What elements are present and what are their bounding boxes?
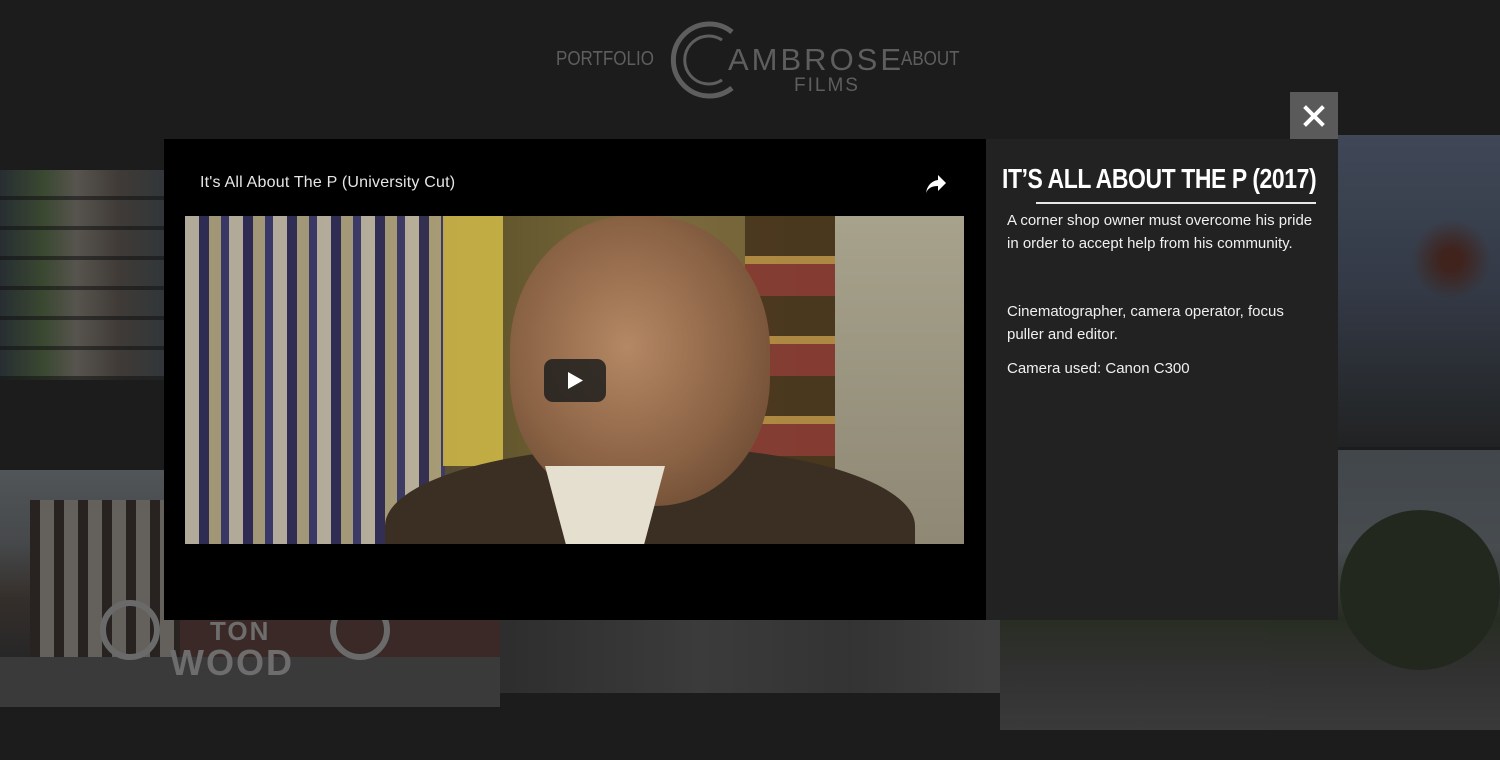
- portfolio-thumbnail-middle[interactable]: [500, 620, 1000, 693]
- project-credits: Cinematographer, camera operator, focus …: [1007, 303, 1284, 343]
- thumbnail-tree: [1340, 510, 1500, 670]
- video-frame-poster: [443, 216, 503, 466]
- ambrose-films-logo[interactable]: AMBROSE FILMS: [670, 18, 901, 102]
- portfolio-thumbnail-shop[interactable]: [0, 170, 170, 380]
- video-frame-collar: [545, 466, 665, 544]
- video-player-frame[interactable]: [185, 216, 964, 544]
- thumbnail-logo-text-bottom: WOOD: [170, 642, 294, 683]
- nav-about-link[interactable]: ABOUT: [901, 48, 960, 71]
- project-camera: Camera used: Canon C300: [1007, 360, 1190, 377]
- project-info-panel: IT’S ALL ABOUT THE P (2017) A corner sho…: [986, 139, 1338, 620]
- share-icon[interactable]: [924, 173, 948, 195]
- thumbnail-logo-ring-left: [100, 600, 160, 660]
- play-icon: [568, 372, 583, 389]
- project-description: A corner shop owner must overcome his pr…: [1007, 212, 1313, 252]
- play-button[interactable]: [544, 359, 606, 402]
- portfolio-thumbnail-blossom[interactable]: [1338, 135, 1500, 447]
- close-icon: [1303, 105, 1325, 127]
- project-title: IT’S ALL ABOUT THE P (2017): [1001, 163, 1317, 194]
- title-divider: [1036, 202, 1316, 204]
- logo-sub-text: FILMS: [794, 75, 860, 96]
- video-modal: It's All About The P (University Cut): [164, 139, 986, 620]
- video-title[interactable]: It's All About The P (University Cut): [200, 174, 455, 192]
- logo-brand-text: AMBROSE: [728, 42, 905, 77]
- close-button[interactable]: [1290, 92, 1338, 139]
- nav-portfolio-link[interactable]: PORTFOLIO: [556, 48, 654, 71]
